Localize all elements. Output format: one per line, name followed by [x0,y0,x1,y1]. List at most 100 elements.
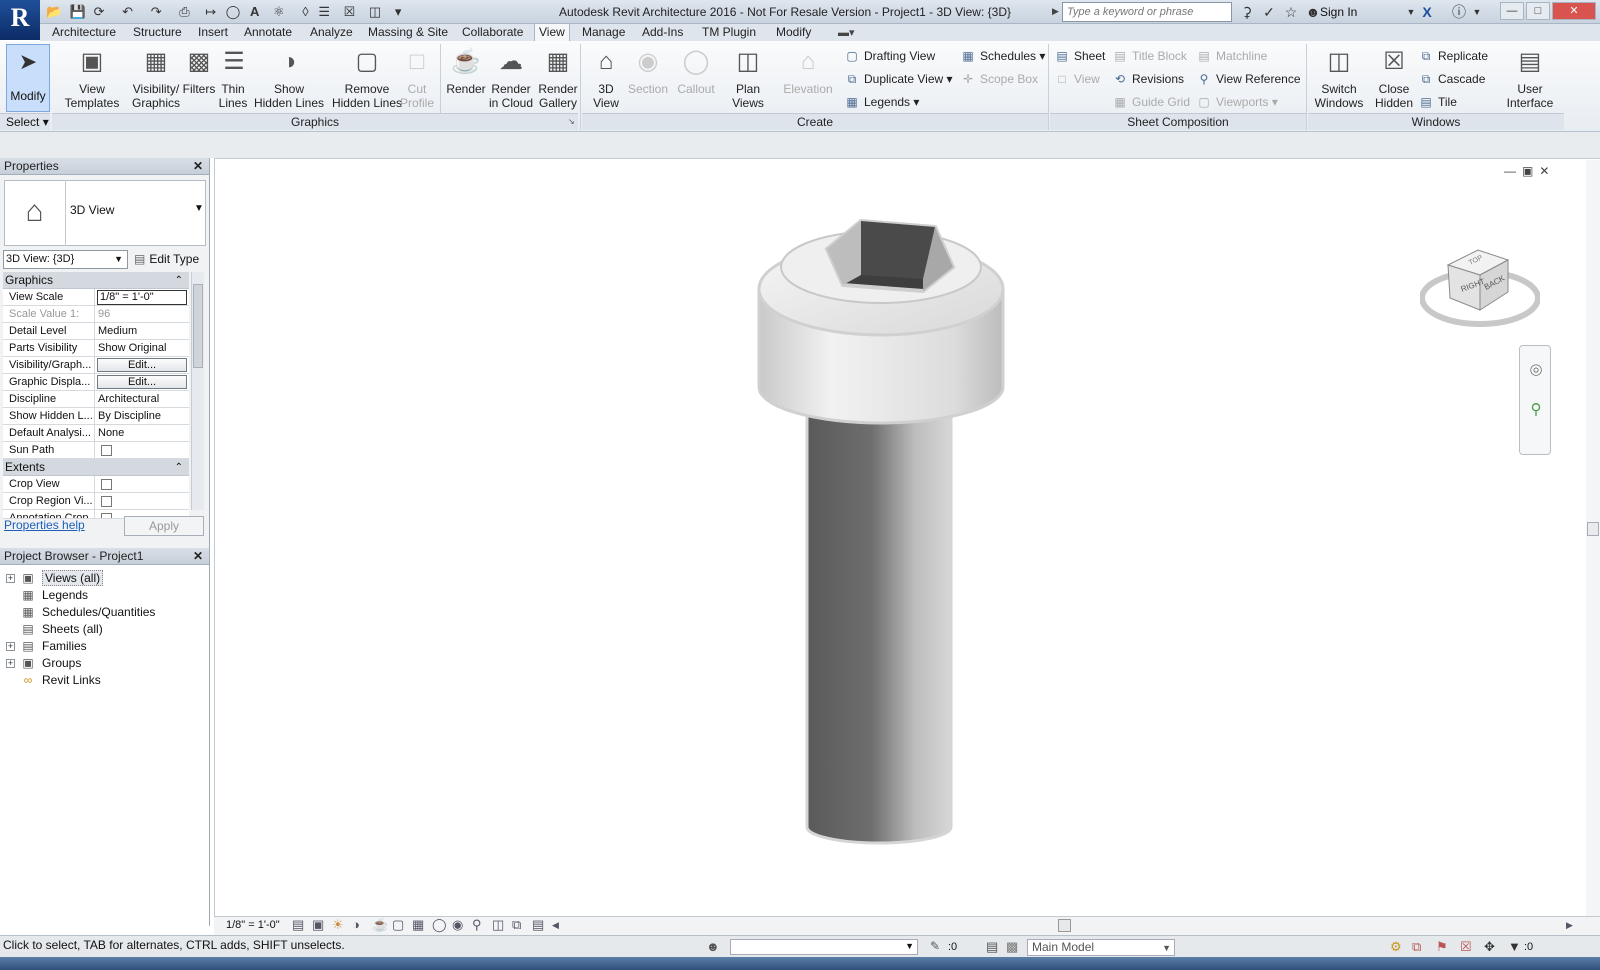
text-icon[interactable]: A [250,4,259,19]
tab-structure[interactable]: Structure [129,24,186,41]
user-interface-button[interactable]: ▤ User Interface [1502,46,1558,110]
shadows-icon[interactable]: ◑ [352,917,360,933]
thin-lines-button[interactable]: ☰ Thin Lines [218,46,248,110]
viewport-vertical-scrollbar[interactable] [1586,160,1600,916]
chevron-down-icon[interactable]: ▼ [194,203,204,214]
view-scale-control[interactable]: 1/8" = 1'-0" [226,919,280,931]
select-links-icon[interactable]: ⚙ [1390,939,1402,955]
default-analysis-field[interactable]: None [95,425,189,441]
tab-collaborate[interactable]: Collaborate [458,24,527,41]
select-pinned-icon[interactable]: ⚑ [1436,939,1448,955]
properties-scrollbar[interactable] [191,272,204,510]
sheet-composition-panel-label[interactable]: Sheet Composition [1050,113,1306,130]
property-group-graphics[interactable]: Graphics ⌃ [3,272,189,289]
render-in-cloud-button[interactable]: ☁ Render in Cloud [488,46,534,110]
expand-icon[interactable]: + [6,642,15,651]
tree-item-legends[interactable]: ▦ Legends [0,587,209,604]
render-dialog-icon[interactable]: ☕ [372,917,388,933]
help-icon[interactable]: ⓘ [1450,3,1468,21]
viewports-button[interactable]: ▢ Viewports ▾ [1196,93,1278,111]
redo-icon[interactable]: ↷ [151,4,162,19]
cascade-button[interactable]: ⧉ Cascade [1418,70,1486,88]
tab-annotate[interactable]: Annotate [240,24,296,41]
tree-item-schedules[interactable]: ▦ Schedules/Quantities [0,604,209,621]
detail-level-icon[interactable]: ▤ [292,917,304,933]
save-icon[interactable]: 💾 [70,4,86,19]
guide-grid-button[interactable]: ▦ Guide Grid [1112,93,1190,111]
show-hidden-lines-button[interactable]: ◑ Show Hidden Lines [252,46,326,110]
3d-viewport[interactable] [214,158,1600,916]
close-hidden-button[interactable]: ☒ Close Hidden [1372,46,1416,110]
select-underlay-icon[interactable]: ⧉ [1412,939,1421,955]
sheet-button[interactable]: ▤ Sheet [1054,47,1105,65]
reveal-hidden-icon[interactable]: ⚲ [472,917,482,933]
maximize-button[interactable]: □ [1526,2,1550,20]
callout-button[interactable]: ◯ Callout [674,46,718,96]
subscription-icon[interactable]: ✓ [1260,3,1278,21]
section-icon[interactable]: ◊ [302,4,308,19]
worksharing-display-icon[interactable]: ◫ [492,917,504,933]
socket-head-screw-model[interactable] [757,218,1005,845]
tree-item-sheets[interactable]: ▤ Sheets (all) [0,621,209,638]
close-hidden-icon[interactable]: ☒ [344,4,356,19]
replicate-button[interactable]: ⧉ Replicate [1418,47,1488,65]
switch-windows-button[interactable]: ◫ Switch Windows [1310,46,1368,110]
create-panel-label[interactable]: Create [582,113,1048,130]
close-icon[interactable]: ✕ [193,548,203,565]
close-button[interactable]: ✕ [1552,2,1596,20]
crop-view-icon[interactable]: ▢ [392,917,404,933]
windows-panel-label[interactable]: Windows [1308,113,1564,130]
crop-region-visible-checkbox[interactable] [101,496,112,507]
select-dropdown[interactable]: Select ▾ [0,113,50,130]
drafting-view-button[interactable]: ▢ Drafting View [844,47,935,65]
discipline-field[interactable]: Architectural [95,391,189,407]
reveal-constraints-icon[interactable]: ▤ [532,917,544,933]
edit-type-button[interactable]: ▤ Edit Type [134,250,199,269]
visibility-graphics-edit-button[interactable]: Edit... [97,358,187,372]
application-menu-button[interactable]: RA [0,0,40,49]
undo-icon[interactable]: ↶ [122,4,133,19]
tab-modify[interactable]: Modify [772,24,815,41]
exclude-options-icon[interactable]: ▩ [1006,939,1018,955]
parts-visibility-field[interactable]: Show Original [95,340,189,356]
legends-button[interactable]: ▦ Legends ▾ [844,93,919,111]
favorites-star-icon[interactable]: ☆ [1282,3,1300,21]
visual-style-icon[interactable]: ▣ [312,917,324,933]
select-by-face-icon[interactable]: ☒ [1460,939,1472,955]
worksets-icon[interactable]: ☻ [706,939,720,954]
sync-icon[interactable]: ⟳ [94,4,105,19]
thin-lines-icon[interactable]: ☰ [318,4,330,19]
annotation-crop-checkbox[interactable] [101,513,112,518]
sign-in-button[interactable]: Sign In [1320,3,1357,21]
steering-wheel-icon[interactable]: ◎ [1526,360,1546,380]
search-input[interactable]: Type a keyword or phrase [1062,2,1232,22]
viewcube[interactable]: RIGHT BACK TOP [1420,230,1540,340]
properties-help-link[interactable]: Properties help [4,518,85,532]
editable-only-icon[interactable]: ✎ [930,939,940,953]
detail-level-field[interactable]: Medium [95,323,189,339]
design-options-icon[interactable]: ▤ [986,939,998,955]
visibility-graphics-button[interactable]: ▦ Visibility/Graphics [128,46,184,110]
filter-icon[interactable]: ▼ [1508,939,1521,955]
graphic-display-edit-button[interactable]: Edit... [97,375,187,389]
exchange-apps-icon[interactable]: X [1418,3,1436,21]
tree-item-groups[interactable]: + ▣ Groups [0,655,209,672]
scroll-right-icon[interactable]: ▶ [1566,917,1573,933]
duplicate-view-button[interactable]: ⧉ Duplicate View ▾ [844,70,953,88]
view-instance-selector[interactable]: 3D View: {3D} ▼ [3,250,128,269]
place-view-button[interactable]: □ View [1054,70,1099,88]
modify-button[interactable]: ➤ Modify [6,44,50,112]
switch-windows-icon[interactable]: ◫ [369,4,381,19]
print-icon[interactable]: ⎙ [179,4,189,19]
horizontal-scrollbar-thumb[interactable] [1058,919,1071,932]
help-dropdown-icon[interactable]: ▼ [1468,3,1486,21]
close-icon[interactable]: ✕ [193,158,203,175]
drag-elements-icon[interactable]: ✥ [1484,939,1495,955]
filters-button[interactable]: ▩ Filters [182,46,216,96]
tab-tm-plugin[interactable]: TM Plugin [698,24,760,41]
sun-path-icon[interactable]: ☀ [332,917,344,933]
tile-button[interactable]: ▤ Tile [1418,93,1457,111]
minimize-button[interactable]: — [1500,2,1524,20]
render-gallery-button[interactable]: ▦ Render Gallery [536,46,580,110]
binoculars-icon[interactable]: ⚳ [1238,3,1256,21]
